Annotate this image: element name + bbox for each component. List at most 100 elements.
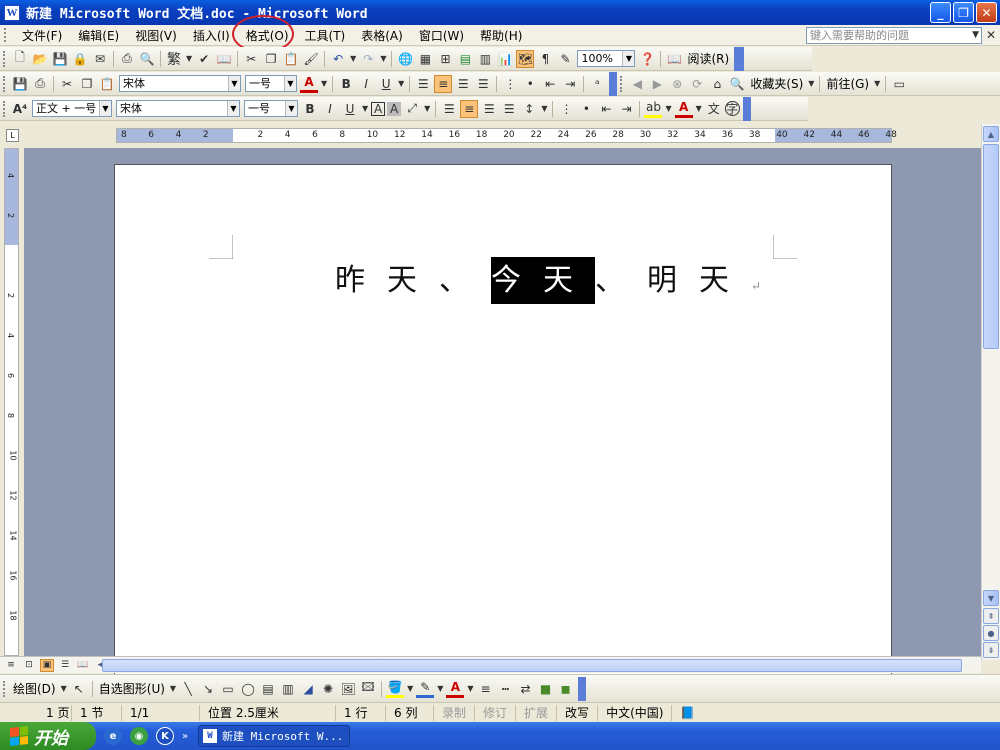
distributed-icon[interactable]: ☰: [500, 100, 518, 118]
highlight-icon[interactable]: ab: [644, 100, 663, 118]
toolbar-options-icon[interactable]: [577, 676, 586, 701]
spelling-status-icon[interactable]: 📘: [678, 704, 696, 722]
status-language[interactable]: 中文(中国): [598, 704, 673, 721]
decrease-indent-icon[interactable]: ⇤: [541, 75, 559, 93]
select-objects-icon[interactable]: ↖: [70, 680, 88, 698]
line-color-icon[interactable]: ✎: [416, 680, 435, 698]
chevron-down-icon[interactable]: ▼: [362, 104, 368, 113]
chevron-down-icon[interactable]: ▼: [227, 101, 239, 116]
italic-icon[interactable]: I: [321, 100, 339, 118]
stop-icon[interactable]: ⊗: [668, 75, 686, 93]
character-shading-icon[interactable]: A: [387, 101, 402, 116]
bold-button[interactable]: B: [337, 75, 355, 93]
toolbar-grip[interactable]: [3, 100, 6, 117]
save-icon[interactable]: 💾: [51, 50, 69, 68]
character-scaling-icon[interactable]: ⤢: [403, 100, 421, 118]
paste-icon[interactable]: 📋: [98, 75, 116, 93]
horizontal-ruler[interactable]: 8 6 4 2 2 4 6 8 10 12 14 16 18 20 22 24 26 28 30 32 34 36 38 40…: [116, 128, 897, 143]
numbering-icon[interactable]: ⋮: [557, 100, 575, 118]
tab-selector[interactable]: L: [6, 129, 19, 142]
align-right-icon[interactable]: ☰: [480, 100, 498, 118]
chevron-down-icon[interactable]: ▼: [665, 104, 671, 113]
chevron-down-icon[interactable]: ▼: [321, 79, 327, 88]
character-border-icon[interactable]: A: [371, 101, 386, 116]
line-icon[interactable]: ╲: [179, 680, 197, 698]
word-app-icon[interactable]: W: [4, 4, 20, 21]
arrow-icon[interactable]: ↘: [199, 680, 217, 698]
phonetic-guide-icon[interactable]: 文: [705, 100, 723, 118]
text-box-icon[interactable]: ▤: [259, 680, 277, 698]
font-size-select[interactable]: 一号 ▼: [245, 75, 297, 92]
font-color-icon[interactable]: A: [674, 100, 693, 118]
web-view-icon[interactable]: ⊡: [22, 659, 36, 672]
increase-indent-icon[interactable]: ⇥: [617, 100, 635, 118]
3d-icon[interactable]: ◼: [557, 680, 575, 698]
show-only-web-toolbar-icon[interactable]: ▭: [890, 75, 908, 93]
copy-icon[interactable]: ❐: [262, 50, 280, 68]
scroll-thumb[interactable]: [983, 144, 999, 349]
font-size-select-2[interactable]: 一号 ▼: [244, 100, 298, 117]
favorites-button[interactable]: 收藏夹(S): [750, 75, 803, 92]
enclose-characters-icon[interactable]: 字: [724, 101, 740, 116]
research-icon[interactable]: 📖: [215, 50, 233, 68]
align-right-icon[interactable]: ☰: [454, 75, 472, 93]
hyperlink-icon[interactable]: 🌐: [396, 50, 414, 68]
outline-view-icon[interactable]: ☰: [58, 659, 72, 672]
chevron-down-icon[interactable]: ▼: [424, 104, 430, 113]
arrow-style-icon[interactable]: ⇄: [517, 680, 535, 698]
help-icon[interactable]: ❓: [638, 50, 656, 68]
menu-edit[interactable]: 编辑(E): [70, 26, 127, 45]
drawing-icon[interactable]: 📊: [496, 50, 514, 68]
toolbar-grip[interactable]: [3, 50, 6, 67]
chevron-down-icon[interactable]: ▼: [285, 101, 297, 116]
go-button[interactable]: 前往(G): [826, 75, 869, 92]
kugou-icon[interactable]: K: [156, 727, 174, 745]
wordart-icon[interactable]: ◢: [299, 680, 317, 698]
underline-button[interactable]: U: [377, 75, 395, 93]
format-painter-icon[interactable]: 🖌: [302, 50, 320, 68]
traditional-chinese-icon[interactable]: 繁: [165, 50, 183, 68]
picture-icon[interactable]: 🖾: [359, 680, 377, 698]
shadow-icon[interactable]: ■: [537, 680, 555, 698]
menu-view[interactable]: 视图(V): [127, 26, 185, 45]
bullets-icon[interactable]: •: [521, 75, 539, 93]
chevron-down-icon[interactable]: ▼: [284, 76, 296, 91]
next-page-icon[interactable]: ⇟: [983, 642, 999, 658]
bold-icon[interactable]: B: [301, 100, 319, 118]
toolbar-options-icon[interactable]: [734, 46, 745, 71]
autoshapes-button[interactable]: 自选图形(U): [99, 680, 165, 697]
chevron-down-icon[interactable]: ▼: [407, 684, 413, 693]
font-select-2[interactable]: 宋体 ▼: [116, 100, 240, 117]
font-color-icon[interactable]: A: [300, 75, 318, 93]
read-icon[interactable]: 📖: [665, 50, 683, 68]
refresh-icon[interactable]: ⟳: [688, 75, 706, 93]
ie-icon[interactable]: e: [104, 727, 122, 745]
italic-button[interactable]: I: [357, 75, 375, 93]
phonetic-icon[interactable]: ᵃ: [588, 75, 606, 93]
toolbar-grip[interactable]: [3, 680, 6, 697]
paste-icon[interactable]: 📋: [282, 50, 300, 68]
back-icon[interactable]: ◀: [628, 75, 646, 93]
increase-indent-icon[interactable]: ⇥: [561, 75, 579, 93]
open-folder-icon[interactable]: 📂: [31, 50, 49, 68]
status-rec[interactable]: 录制: [434, 704, 476, 721]
taskbar-word-item[interactable]: W 新建 Microsoft W...: [198, 725, 350, 747]
document-text[interactable]: 昨天、今天、明天↵: [335, 255, 761, 304]
font-color-icon[interactable]: A: [446, 680, 465, 698]
chevron-down-icon[interactable]: ▼: [696, 104, 702, 113]
fill-color-icon[interactable]: 🪣: [386, 680, 405, 698]
scroll-down-icon[interactable]: ▼: [983, 590, 999, 606]
home-icon[interactable]: ⌂: [708, 75, 726, 93]
oval-icon[interactable]: ◯: [239, 680, 257, 698]
chevron-down-icon[interactable]: ▼: [808, 79, 814, 88]
horizontal-scrollbar[interactable]: ≡ ⊡ ▣ ☰ 📖 ◀: [0, 656, 981, 673]
line-spacing-icon[interactable]: ↕: [520, 100, 538, 118]
ink-icon[interactable]: ✎: [556, 50, 574, 68]
cut-icon[interactable]: ✂: [242, 50, 260, 68]
scroll-up-icon[interactable]: ▲: [983, 126, 999, 142]
chevron-down-icon[interactable]: ▼: [380, 54, 386, 63]
permission-icon[interactable]: 🔒: [71, 50, 89, 68]
normal-view-icon[interactable]: ≡: [4, 659, 18, 672]
columns-icon[interactable]: ▥: [476, 50, 494, 68]
cut-icon[interactable]: ✂: [58, 75, 76, 93]
